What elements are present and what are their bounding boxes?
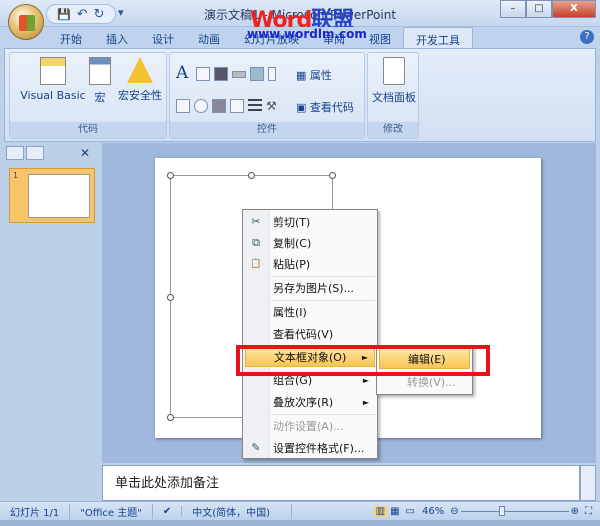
restore-button[interactable]: □ [526, 0, 552, 18]
group-code: Visual Basic 宏 宏安全性 代码 [9, 52, 167, 139]
format-icon: ✎ [251, 441, 261, 454]
spin-control-icon[interactable] [214, 67, 228, 81]
resize-handle[interactable] [248, 172, 255, 179]
close-pane-icon[interactable]: ✕ [80, 146, 90, 162]
checkbox-control-icon[interactable] [176, 99, 190, 113]
menu-item-action-settings: 动作设置(A)... [273, 420, 344, 433]
slide-indicator: 幻灯片 1/1 [0, 503, 71, 519]
zoom-level[interactable]: 46% [418, 506, 448, 517]
slideshow-button[interactable]: ▭ [403, 506, 418, 517]
properties-button[interactable]: ▦ 属性 [296, 67, 332, 83]
more-controls-icon[interactable]: ⚒ [266, 99, 280, 113]
menu-item-copy[interactable]: ⧉ 复制(C) [245, 233, 375, 254]
menu-separator [271, 300, 375, 301]
tab-insert[interactable]: 插入 [94, 27, 140, 49]
visual-basic-icon [40, 57, 66, 85]
theme-name: "Office 主题" [70, 503, 153, 519]
submenu-arrow-icon: ► [362, 398, 369, 407]
tab-developer[interactable]: 开发工具 [403, 27, 473, 49]
image-control-icon[interactable] [250, 67, 264, 81]
resize-handle[interactable] [167, 172, 174, 179]
zoom-out-button[interactable]: ⊖ [448, 506, 460, 517]
menu-item-cut[interactable]: ✂ 剪切(T) [245, 212, 375, 233]
tab-home[interactable]: 开始 [48, 27, 94, 49]
status-bar: 幻灯片 1/1 "Office 主题" ✔ 中文(简体，中国) ▥ ▦ ▭ 46… [0, 501, 600, 520]
warning-icon [127, 57, 153, 83]
tab-slides[interactable] [6, 146, 24, 160]
zoom-slider[interactable] [460, 505, 569, 516]
group-label-code: 代码 [10, 122, 166, 138]
zoom-in-button[interactable]: ⊕ [569, 506, 581, 517]
notes-input[interactable]: 单击此处添加备注 [102, 465, 580, 501]
toggle-control-icon[interactable] [248, 99, 262, 113]
tab-outline[interactable] [26, 146, 44, 160]
minimize-button[interactable]: – [500, 0, 526, 18]
watermark-url: www.wordlm.com [247, 27, 367, 41]
ribbon: Visual Basic 宏 宏安全性 代码 A ⚒ ▦ 属性 ▣ 查看代码 控… [4, 48, 596, 142]
highlight-annotation [236, 345, 490, 376]
group-modify: 文档面板 修改 [367, 52, 419, 139]
slide-thumbnail[interactable]: 1 [9, 168, 95, 223]
document-panel-icon [383, 57, 405, 85]
resize-handle[interactable] [167, 294, 174, 301]
menu-separator [271, 414, 375, 415]
paste-icon: 📋 [250, 259, 262, 269]
label-control-icon[interactable]: A [176, 63, 188, 83]
office-logo-icon [19, 15, 35, 31]
language-indicator[interactable]: 中文(简体，中国) [182, 503, 293, 519]
tab-design[interactable]: 设计 [140, 27, 186, 49]
tab-animation[interactable]: 动画 [186, 27, 232, 49]
context-menu: ✂ 剪切(T) ⧉ 复制(C) 📋 粘贴(P) 另存为图片(S)... 属性(I) 查… [242, 209, 378, 459]
scissors-icon: ✂ [251, 215, 261, 228]
help-icon[interactable]: ? [580, 30, 594, 44]
combobox-control-icon[interactable] [230, 99, 244, 113]
group-label-controls: 控件 [170, 122, 364, 138]
document-panel-button[interactable]: 文档面板 [370, 57, 418, 105]
visual-basic-button[interactable]: Visual Basic [14, 57, 92, 102]
slide-number: 1 [13, 171, 19, 180]
listbox-control-icon[interactable] [212, 99, 226, 113]
resize-handle[interactable] [329, 172, 336, 179]
slides-pane-tabs: ✕ [6, 146, 98, 162]
office-button[interactable] [8, 4, 44, 40]
zoom-slider-thumb[interactable] [498, 505, 505, 516]
radio-control-icon[interactable] [194, 99, 208, 113]
group-controls: A ⚒ ▦ 属性 ▣ 查看代码 控件 [169, 52, 365, 139]
spellcheck-icon[interactable]: ✔ [153, 505, 183, 517]
macro-button[interactable]: 宏 [88, 57, 112, 105]
close-button[interactable]: X [552, 0, 596, 18]
menu-separator [271, 276, 375, 277]
window-border [0, 520, 600, 526]
macro-security-button[interactable]: 宏安全性 [116, 57, 164, 103]
normal-view-button[interactable]: ▥ [373, 505, 388, 517]
scrollbar-control-icon[interactable] [268, 67, 276, 81]
menu-item-properties[interactable]: 属性(I) [245, 302, 375, 323]
copy-icon: ⧉ [252, 236, 260, 249]
menu-item-view-code[interactable]: 查看代码(V) [245, 324, 375, 345]
view-code-button[interactable]: ▣ 查看代码 [296, 99, 354, 115]
button-control-icon[interactable] [232, 71, 246, 78]
resize-handle[interactable] [167, 414, 174, 421]
notes-scrollbar[interactable] [580, 465, 596, 501]
textbox-control-icon[interactable] [196, 67, 210, 81]
window-controls: – □ X [500, 0, 596, 18]
menu-item-format-control[interactable]: ✎ 设置控件格式(F)... [245, 438, 375, 459]
menu-item-save-as-picture[interactable]: 另存为图片(S)... [245, 278, 375, 299]
slide-sorter-button[interactable]: ▦ [387, 506, 402, 517]
macro-icon [89, 57, 111, 85]
slide-thumbnail-image [28, 174, 90, 218]
menu-item-order[interactable]: 叠放次序(R) ► [245, 392, 375, 413]
menu-item-paste[interactable]: 📋 粘贴(P) [245, 254, 375, 275]
group-label-modify: 修改 [368, 122, 418, 138]
fit-to-window-button[interactable]: ⛶ [581, 506, 600, 517]
